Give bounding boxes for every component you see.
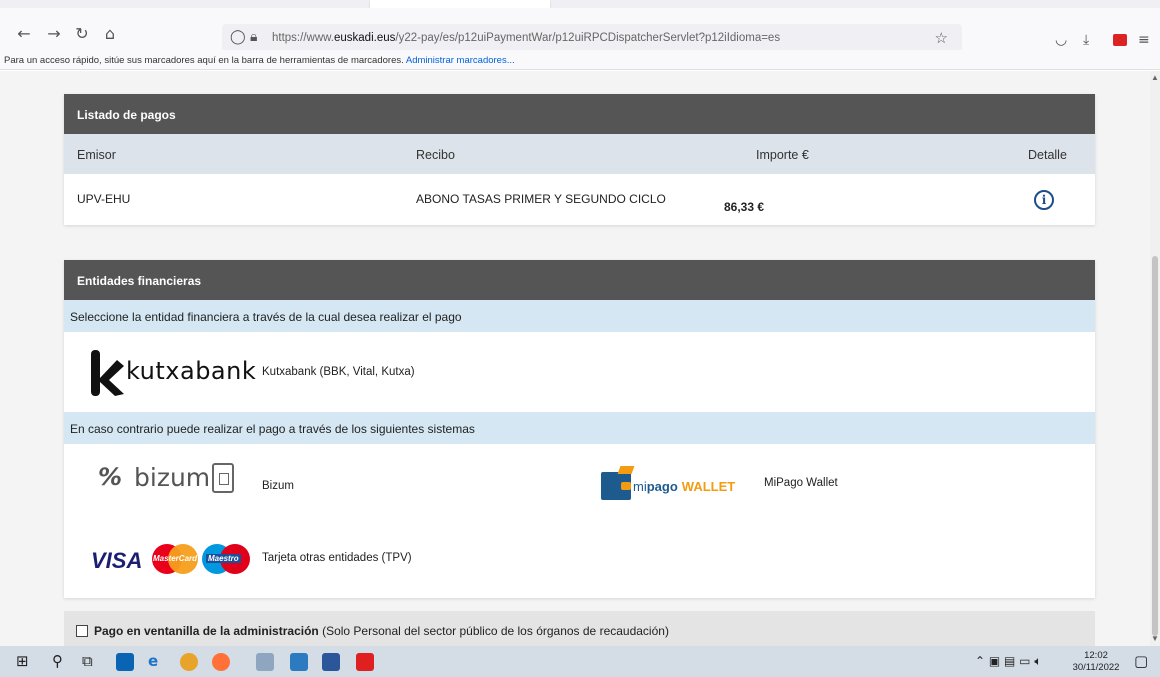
scroll-up-icon[interactable]: ▲ [1151,73,1159,82]
kutxabank-logo-icon [91,350,124,396]
search-icon[interactable]: ⚲ [52,652,63,670]
chrome-icon[interactable] [180,653,198,671]
table-row: UPV-EHU ABONO TASAS PRIMER Y SEGUNDO CIC… [64,174,1095,225]
bookmarks-bar: Para un acceso rápido, sitúe sus marcado… [0,50,1160,70]
lock-icon[interactable]: 🔒︎ [250,29,257,45]
payments-title: Listado de pagos [64,94,1095,134]
kutxabank-option[interactable]: kutxabank Kutxabank (BBK, Vital, Kutxa) [64,332,1095,412]
bizum-mark-icon: % [98,463,123,491]
ventanilla-checkbox[interactable] [76,625,88,637]
tab-strip [0,0,1160,8]
kutxabank-label[interactable]: Kutxabank (BBK, Vital, Kutxa) [262,366,415,378]
edge-icon[interactable]: e [148,652,158,670]
extension-icon[interactable] [1113,34,1127,46]
page-content: Listado de pagos Emisor Recibo Importe €… [0,71,1150,646]
scroll-down-icon[interactable]: ▼ [1151,634,1159,643]
maestro-logo: Maestro [202,544,252,574]
payments-card: Listado de pagos Emisor Recibo Importe €… [64,94,1095,225]
bizum-logo-text: bizum [134,463,211,492]
kutxabank-logo-text: kutxabank [126,357,257,385]
ventanilla-option[interactable]: Pago en ventanilla de la administración … [64,611,1095,646]
bizum-label[interactable]: Bizum [262,480,294,492]
url-text[interactable]: https://www.euskadi.eus/y22-pay/es/p12ui… [272,32,780,44]
reload-icon[interactable]: ↻ [72,24,92,44]
pocket-icon[interactable]: ◡ [1055,32,1067,48]
tpv-label[interactable]: Tarjeta otras entidades (TPV) [262,552,412,564]
phone-icon [212,463,234,493]
payment-systems: % bizum Bizum mipago WALLET MiPago Wallet… [64,444,1095,598]
row-emisor: UPV-EHU [77,192,131,206]
clock[interactable]: 12:02 30/11/2022 [1068,650,1124,674]
back-icon[interactable]: ← [14,24,34,44]
system-tray-icons[interactable]: ⌃ ▣ ▤ ▭ 🔈︎ [975,654,1042,669]
col-importe: Importe € [756,148,809,162]
app-icon[interactable] [256,653,274,671]
mipago-logo-text: mipago WALLET [633,479,736,494]
entities-card: Entidades financieras Seleccione la enti… [64,260,1095,598]
outlook-icon[interactable] [116,653,134,671]
clock-time: 12:02 [1084,650,1108,661]
ventanilla-label-bold: Pago en ventanilla de la administración [94,624,319,638]
windows-start-icon[interactable]: ⊞ [16,652,29,670]
manage-bookmarks-link[interactable]: Administrar marcadores... [406,55,515,66]
row-importe: 86,33 € [724,200,765,214]
acrobat-icon[interactable] [356,653,374,671]
clock-date: 30/11/2022 [1072,662,1120,673]
col-recibo: Recibo [416,148,455,162]
payments-table-header: Emisor Recibo Importe € Detalle [64,134,1095,174]
home-icon[interactable]: ⌂ [100,24,120,44]
task-view-icon[interactable]: ⧉ [82,652,93,670]
bookmarks-hint: Para un acceso rápido, sitúe sus marcado… [4,55,404,66]
mastercard-logo: MasterCard [152,544,198,574]
alternative-prompt: En caso contrario puede realizar el pago… [64,412,1095,444]
col-detalle: Detalle [1028,148,1067,162]
firefox-icon[interactable] [212,653,230,671]
navigation-toolbar: ← → ↻ ⌂ ◯ 🔒︎ https://www.euskadi.eus/y22… [0,8,1160,54]
taskbar: ⊞ ⚲ ⧉ e ⌃ ▣ ▤ ▭ 🔈︎ 12:02 30/11/2022 ▢ [0,646,1160,677]
mipago-label[interactable]: MiPago Wallet [764,477,838,489]
info-icon[interactable]: i [1034,190,1054,210]
bookmark-star-icon[interactable]: ☆ [935,29,948,47]
select-entity-prompt: Seleccione la entidad financiera a travé… [64,300,1095,332]
ventanilla-label-rest: (Solo Personal del sector público de los… [318,624,669,638]
visa-logo: VISA [91,548,143,573]
col-emisor: Emisor [77,148,116,162]
scroll-thumb[interactable] [1152,256,1158,636]
notifications-icon[interactable]: ▢ [1134,652,1148,670]
menu-icon[interactable]: ≡ [1138,32,1150,48]
wallet-icon [601,472,631,500]
page-scrollbar[interactable]: ▲ ▼ [1150,71,1160,646]
forward-icon[interactable]: → [44,24,64,44]
entities-title: Entidades financieras [64,260,1095,300]
media-player-icon[interactable] [290,653,308,671]
download-icon[interactable]: ⤓ [1083,32,1089,48]
word-icon[interactable] [322,653,340,671]
shield-icon[interactable]: ◯ [230,29,246,45]
row-recibo: ABONO TASAS PRIMER Y SEGUNDO CICLO [416,192,666,206]
